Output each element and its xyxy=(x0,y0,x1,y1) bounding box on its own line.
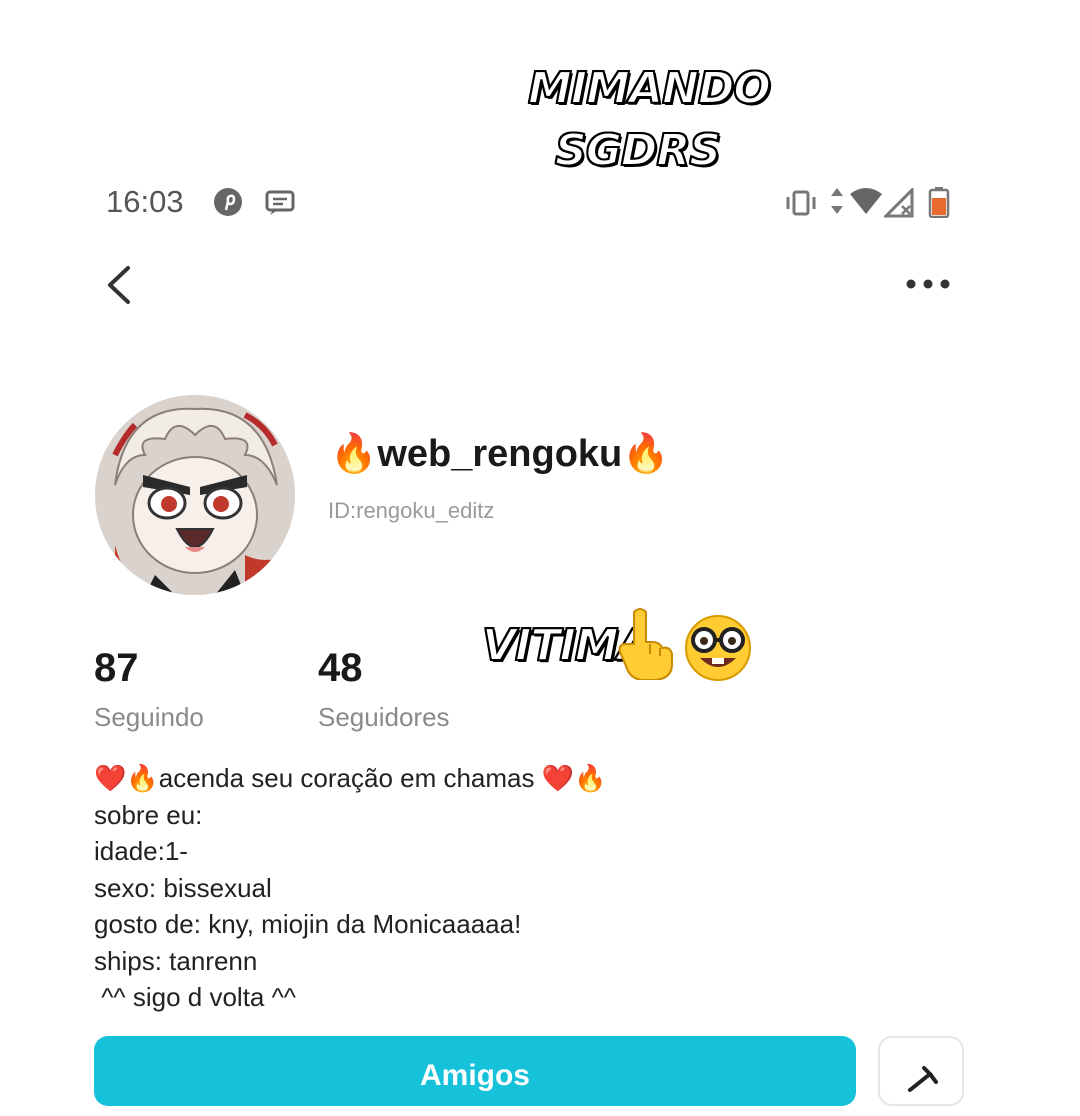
following-label[interactable]: Seguindo xyxy=(94,702,204,733)
nerd-face-emoji xyxy=(685,615,751,681)
share-icon xyxy=(908,1066,938,1092)
wifi-icon xyxy=(850,188,882,214)
profile-username: 🔥web_rengoku🔥 xyxy=(330,433,670,475)
status-time: 16:03 xyxy=(106,184,184,219)
index-pointing-up-emoji xyxy=(618,608,673,680)
overlay-caption-line1: MIMANDO xyxy=(527,63,772,114)
following-count[interactable]: 87 xyxy=(94,646,139,691)
data-arrows-icon xyxy=(831,188,843,214)
profile-id: ID:rengoku_editz xyxy=(328,498,495,523)
followers-count[interactable]: 48 xyxy=(318,646,363,691)
back-button[interactable] xyxy=(100,262,140,308)
profile-bio: ❤️🔥acenda seu coração em chamas ❤️🔥 sobr… xyxy=(94,763,607,1012)
vibrate-icon xyxy=(786,190,816,216)
followers-label[interactable]: Seguidores xyxy=(318,702,450,733)
message-icon xyxy=(265,190,295,215)
battery-icon xyxy=(928,187,950,218)
pinterest-icon xyxy=(214,188,242,216)
share-button[interactable] xyxy=(878,1036,964,1106)
avatar[interactable] xyxy=(95,395,295,595)
friends-button[interactable]: Amigos xyxy=(94,1036,856,1106)
overlay-caption-line2: SGDRS xyxy=(554,125,722,176)
more-options-button[interactable] xyxy=(902,270,954,298)
avatar-illustration xyxy=(95,395,295,595)
signal-icon xyxy=(884,188,914,218)
